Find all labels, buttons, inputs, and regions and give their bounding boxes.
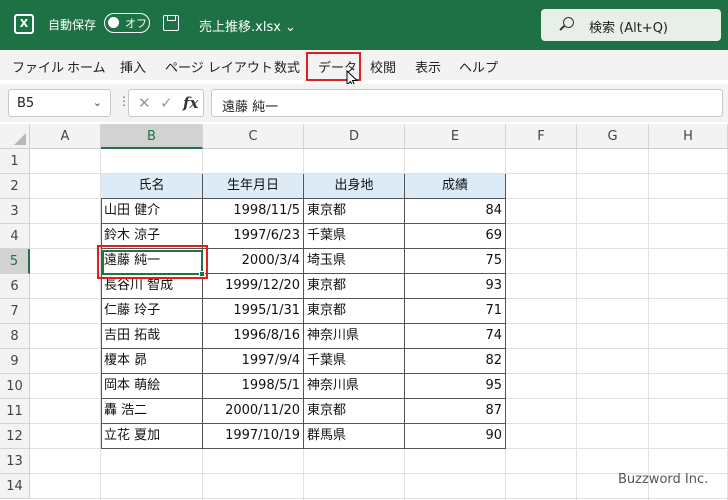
- file-name[interactable]: 売上推移.xlsx ⌄: [199, 16, 296, 35]
- table-cell-birthplace[interactable]: 千葉県: [304, 349, 405, 374]
- row-header-2[interactable]: 2: [0, 174, 30, 199]
- chevron-down-icon[interactable]: ⌄: [93, 96, 102, 109]
- row-header-8[interactable]: 8: [0, 324, 30, 349]
- table-cell-birthplace[interactable]: 東京都: [304, 399, 405, 424]
- tab-insert[interactable]: 挿入: [120, 57, 146, 76]
- table-cell-name[interactable]: 仁藤 玲子: [101, 299, 203, 324]
- excel-logo-icon: X: [14, 14, 34, 34]
- tab-file[interactable]: ファイル: [12, 57, 64, 76]
- table-cell-score[interactable]: 75: [405, 249, 506, 274]
- table-cell-birthplace[interactable]: 東京都: [304, 274, 405, 299]
- table-cell-birthplace[interactable]: 群馬県: [304, 424, 405, 449]
- search-icon: [563, 17, 574, 28]
- table-cell-birthplace[interactable]: 東京都: [304, 199, 405, 224]
- tab-page-layout[interactable]: ページ レイアウト: [165, 57, 273, 76]
- table-cell-birthdate[interactable]: 1995/1/31: [203, 299, 304, 324]
- name-box[interactable]: B5 ⌄: [8, 89, 111, 117]
- table-cell-score[interactable]: 69: [405, 224, 506, 249]
- row-header-13[interactable]: 13: [0, 449, 30, 474]
- column-header-a[interactable]: A: [30, 124, 101, 149]
- tab-home[interactable]: ホーム: [67, 57, 106, 76]
- toggle-knob: [108, 17, 119, 28]
- table-cell-name[interactable]: 吉田 拓哉: [101, 324, 203, 349]
- table-cell-birthdate[interactable]: 1997/9/4: [203, 349, 304, 374]
- table-cell-birthdate[interactable]: 1999/12/20: [203, 274, 304, 299]
- row-header-7[interactable]: 7: [0, 299, 30, 324]
- table-cell-birthplace[interactable]: 神奈川県: [304, 324, 405, 349]
- row-header-1[interactable]: 1: [0, 149, 30, 174]
- search-placeholder: 検索 (Alt+Q): [589, 21, 669, 36]
- column-header-f[interactable]: F: [506, 124, 577, 149]
- column-header-c[interactable]: C: [203, 124, 304, 149]
- enter-icon[interactable]: ✓: [160, 94, 173, 112]
- table-cell-birthplace[interactable]: 神奈川県: [304, 374, 405, 399]
- ribbon-tabs: ファイル ホーム 挿入 ページ レイアウト 数式 データ 校閲 表示 ヘルプ: [0, 50, 728, 80]
- formula-bar: B5 ⌄ ⋮ ✕ ✓ fx 遠藤 純一: [0, 84, 728, 122]
- table-cell-name[interactable]: 岡本 萌絵: [101, 374, 203, 399]
- row-header-14[interactable]: 14: [0, 474, 30, 499]
- table-cell-score[interactable]: 82: [405, 349, 506, 374]
- table-cell-score[interactable]: 93: [405, 274, 506, 299]
- table-cell-birthplace[interactable]: 千葉県: [304, 224, 405, 249]
- table-cell-score[interactable]: 71: [405, 299, 506, 324]
- column-header-g[interactable]: G: [577, 124, 649, 149]
- insert-function-icon[interactable]: fx: [183, 94, 198, 112]
- table-cell-score[interactable]: 84: [405, 199, 506, 224]
- table-cell-birthplace[interactable]: 東京都: [304, 299, 405, 324]
- row-header-4[interactable]: 4: [0, 224, 30, 249]
- search-box[interactable]: 検索 (Alt+Q): [541, 9, 721, 41]
- title-bar: X 自動保存 オフ 売上推移.xlsx ⌄ 検索 (Alt+Q): [0, 0, 728, 50]
- gridline: [30, 498, 728, 499]
- formula-buttons: ✕ ✓ fx: [128, 89, 204, 117]
- name-box-value: B5: [17, 96, 35, 111]
- table-cell-score[interactable]: 87: [405, 399, 506, 424]
- column-header-h[interactable]: H: [649, 124, 728, 149]
- formula-input[interactable]: 遠藤 純一: [211, 89, 723, 117]
- table-cell-birthdate[interactable]: 1996/8/16: [203, 324, 304, 349]
- row-header-6[interactable]: 6: [0, 274, 30, 299]
- column-header-b[interactable]: B: [101, 124, 203, 149]
- table-cell-birthdate[interactable]: 1997/6/23: [203, 224, 304, 249]
- active-cell-border[interactable]: [102, 250, 203, 275]
- autosave-toggle[interactable]: オフ: [104, 13, 150, 33]
- table-header-birthplace[interactable]: 出身地: [304, 174, 405, 199]
- tab-help[interactable]: ヘルプ: [459, 57, 498, 76]
- save-icon[interactable]: [163, 15, 179, 31]
- cancel-icon[interactable]: ✕: [138, 94, 151, 112]
- table-cell-name[interactable]: 立花 夏加: [101, 424, 203, 449]
- table-cell-score[interactable]: 95: [405, 374, 506, 399]
- row-header-10[interactable]: 10: [0, 374, 30, 399]
- table-cell-birthplace[interactable]: 埼玉県: [304, 249, 405, 274]
- row-header-11[interactable]: 11: [0, 399, 30, 424]
- autosave-label: 自動保存: [48, 18, 97, 32]
- table-header-score[interactable]: 成績: [405, 174, 506, 199]
- table-cell-birthdate[interactable]: 1997/10/19: [203, 424, 304, 449]
- table-cell-birthdate[interactable]: 2000/11/20: [203, 399, 304, 424]
- tab-view[interactable]: 表示: [415, 57, 441, 76]
- table-cell-name[interactable]: 山田 健介: [101, 199, 203, 224]
- row-header-3[interactable]: 3: [0, 199, 30, 224]
- table-cell-score[interactable]: 74: [405, 324, 506, 349]
- table-cell-name[interactable]: 轟 浩二: [101, 399, 203, 424]
- table-cell-birthdate[interactable]: 1998/5/1: [203, 374, 304, 399]
- row-header-9[interactable]: 9: [0, 349, 30, 374]
- tab-formulas[interactable]: 数式: [274, 57, 300, 76]
- table-header-birthdate[interactable]: 生年月日: [203, 174, 304, 199]
- table-cell-birthdate[interactable]: 2000/3/4: [203, 249, 304, 274]
- select-all-corner[interactable]: [0, 124, 30, 149]
- table-cell-score[interactable]: 90: [405, 424, 506, 449]
- fill-handle[interactable]: [199, 271, 205, 277]
- row-header-12[interactable]: 12: [0, 424, 30, 449]
- tab-review[interactable]: 校閲: [370, 57, 396, 76]
- column-header-e[interactable]: E: [405, 124, 506, 149]
- watermark: Buzzword Inc.: [618, 472, 709, 487]
- table-header-name[interactable]: 氏名: [101, 174, 203, 199]
- column-header-d[interactable]: D: [304, 124, 405, 149]
- row-header-5[interactable]: 5: [0, 249, 30, 274]
- formula-value: 遠藤 純一: [222, 100, 279, 115]
- autosave-state: オフ: [125, 17, 147, 30]
- table-cell-birthdate[interactable]: 1998/11/5: [203, 199, 304, 224]
- table-cell-name[interactable]: 榎本 昴: [101, 349, 203, 374]
